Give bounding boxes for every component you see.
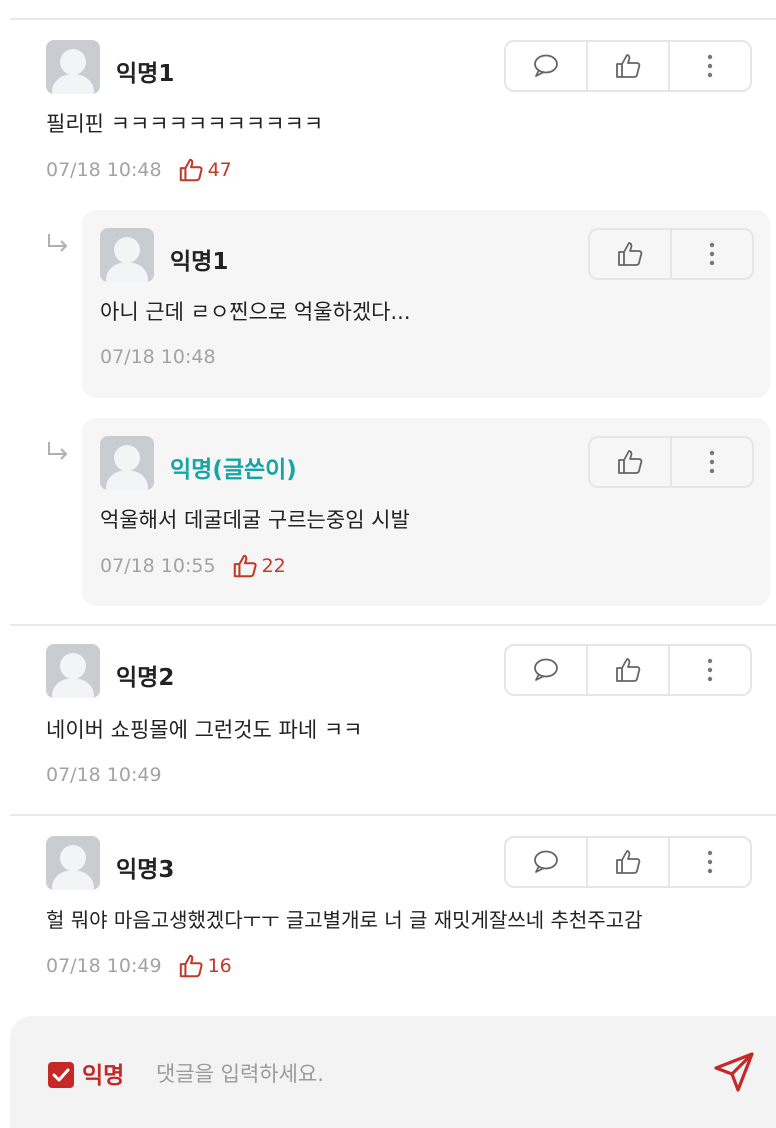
more-vertical-icon: [707, 658, 713, 682]
divider: [10, 624, 776, 626]
more-vertical-icon: [707, 850, 713, 874]
more-button[interactable]: [668, 646, 750, 694]
send-icon[interactable]: [710, 1048, 758, 1096]
comment-text: 필리핀 ㅋㅋㅋㅋㅋㅋㅋㅋㅋㅋㅋ: [46, 112, 324, 136]
like-count: 22: [261, 555, 286, 577]
thumbs-up-icon: [616, 658, 641, 682]
divider: [10, 814, 776, 816]
more-vertical-icon: [709, 242, 715, 266]
thumbs-up-icon: [179, 158, 203, 182]
thumbs-up-icon: [618, 450, 643, 474]
like-count: 47: [207, 159, 232, 181]
comment-actions: [504, 40, 752, 92]
check-icon: [52, 1068, 70, 1082]
divider: [10, 18, 776, 20]
like-button[interactable]: [590, 230, 670, 278]
like-button[interactable]: [586, 646, 668, 694]
reply-author-op: 익명(글쓴이): [170, 457, 297, 483]
comment-author: 익명1: [116, 61, 175, 87]
reply-meta: 07/18 10:48: [100, 346, 216, 368]
reply-arrow-icon: [48, 234, 68, 252]
thumbs-up-icon: [179, 954, 203, 978]
comment-input[interactable]: 댓글을 입력하세요.: [156, 1058, 324, 1088]
like-count: 16: [207, 955, 232, 977]
reply-item: 익명(글쓴이) 억울해서 데굴데굴 구르는중임 시발 07/18 10:55 2…: [82, 418, 770, 606]
comment-input-bar: 익명 댓글을 입력하세요.: [10, 1016, 776, 1128]
more-button[interactable]: [670, 438, 752, 486]
more-button[interactable]: [668, 42, 750, 90]
comment-meta: 07/18 10:48 47: [46, 157, 232, 183]
avatar: [100, 228, 154, 282]
comment-meta: 07/18 10:49: [46, 764, 162, 786]
speech-bubble-icon: [534, 658, 558, 681]
avatar: [46, 40, 100, 94]
reply-item: 익명1 아니 근데 ㄹㅇ찐으로 억울하겠다... 07/18 10:48: [82, 210, 770, 398]
reply-button[interactable]: [506, 646, 586, 694]
avatar: [46, 644, 100, 698]
reply-meta: 07/18 10:55 22: [100, 553, 286, 579]
comment-actions: [504, 644, 752, 696]
reply-actions: [588, 436, 754, 488]
thumbs-up-icon: [616, 54, 641, 78]
reply-button[interactable]: [506, 42, 586, 90]
avatar: [46, 836, 100, 890]
comment-author: 익명2: [116, 665, 175, 691]
anonymous-checkbox[interactable]: [48, 1062, 74, 1088]
avatar: [100, 436, 154, 490]
comment-text: 네이버 쇼핑몰에 그런것도 파네 ㅋㅋ: [46, 718, 363, 742]
like-button[interactable]: [586, 42, 668, 90]
reply-author: 익명1: [170, 249, 229, 275]
speech-bubble-icon: [534, 54, 558, 77]
reply-button[interactable]: [506, 838, 586, 886]
more-vertical-icon: [707, 54, 713, 78]
thumbs-up-icon: [618, 242, 643, 266]
comment-time: 07/18 10:49: [46, 955, 162, 977]
reply-arrow-icon: [48, 442, 68, 460]
speech-bubble-icon: [534, 850, 558, 873]
more-button[interactable]: [670, 230, 752, 278]
comment-text: 헐 뭐야 마음고생했겠다ㅜㅜ 글고별개로 너 글 재밋게잘쓰네 추천주고감: [46, 908, 643, 932]
more-button[interactable]: [668, 838, 750, 886]
more-vertical-icon: [709, 450, 715, 474]
comment-time: 07/18 10:49: [46, 764, 162, 786]
reply-text: 억울해서 데굴데굴 구르는중임 시발: [100, 508, 410, 532]
like-button[interactable]: [590, 438, 670, 486]
comment-author: 익명3: [116, 857, 175, 883]
thumbs-up-icon: [233, 554, 257, 578]
anonymous-label[interactable]: 익명: [82, 1056, 124, 1090]
comment-time: 07/18 10:48: [46, 159, 162, 181]
reply-text: 아니 근데 ㄹㅇ찐으로 억울하겠다...: [100, 300, 411, 324]
comment-actions: [504, 836, 752, 888]
thumbs-up-icon: [616, 850, 641, 874]
comment-meta: 07/18 10:49 16: [46, 953, 232, 979]
reply-actions: [588, 228, 754, 280]
reply-time: 07/18 10:48: [100, 346, 216, 368]
like-button[interactable]: [586, 838, 668, 886]
reply-time: 07/18 10:55: [100, 555, 216, 577]
